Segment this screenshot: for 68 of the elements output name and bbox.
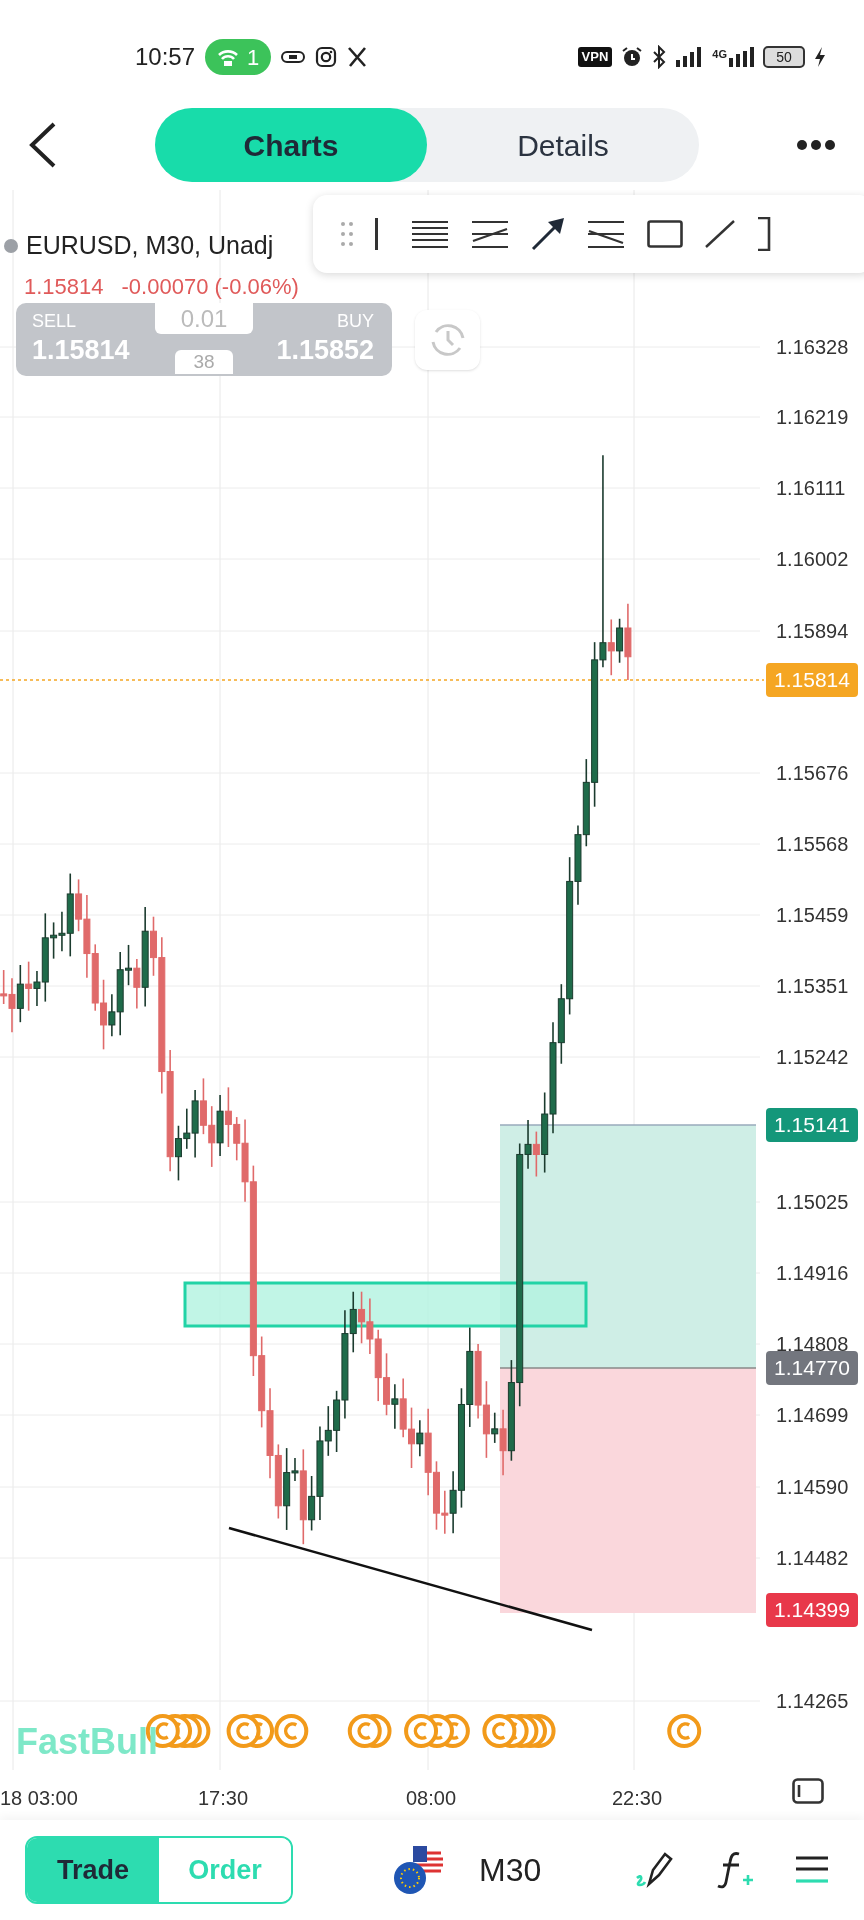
device-icon bbox=[281, 50, 306, 64]
back-icon[interactable] bbox=[28, 121, 58, 169]
price-axis-label: 1.16002 bbox=[776, 548, 849, 570]
time-axis-label: 18 03:00 bbox=[0, 1786, 78, 1811]
price-change: -0.00070 (-0.06%) bbox=[121, 273, 299, 301]
price-axis-label: 1.15894 bbox=[776, 620, 849, 642]
price-axis-label: 1.16111 bbox=[776, 477, 846, 499]
tab[interactable]: Charts bbox=[155, 108, 427, 182]
signal-icon bbox=[728, 46, 754, 68]
price-axis-label: 1.14590 bbox=[776, 1476, 849, 1498]
price-axis-label: 1.14699 bbox=[776, 1404, 849, 1426]
spread-badge: 38 bbox=[175, 350, 233, 374]
network-type-label: 4G bbox=[712, 47, 727, 62]
buy-label: BUY bbox=[337, 310, 374, 333]
channel-icon[interactable] bbox=[471, 219, 509, 249]
price-axis-label: 1.14916 bbox=[776, 1262, 849, 1284]
price-axis-label: 1.15459 bbox=[776, 904, 849, 926]
price-axis-label: 1.15242 bbox=[776, 1046, 849, 1068]
timeframe-label[interactable]: M30 bbox=[479, 1846, 542, 1894]
arrow-icon[interactable] bbox=[531, 217, 565, 251]
line-icon[interactable] bbox=[705, 220, 735, 248]
parallel-lines-icon[interactable] bbox=[411, 219, 449, 249]
signal-icon bbox=[675, 46, 704, 68]
price-axis-label: 1.15025 bbox=[776, 1191, 849, 1213]
vertical-line-icon[interactable] bbox=[375, 218, 379, 250]
charging-icon bbox=[814, 46, 826, 68]
hotspot-icon bbox=[217, 47, 240, 67]
price-axis-label: 1.14265 bbox=[776, 1690, 849, 1712]
bracket-icon[interactable] bbox=[757, 217, 771, 251]
price-axis-label: 1.16219 bbox=[776, 406, 849, 428]
trend-line[interactable] bbox=[228, 1526, 593, 1632]
price-axis-label: 1.15676 bbox=[776, 762, 849, 784]
time-axis-label: 17:30 bbox=[198, 1786, 249, 1811]
rectangle-icon[interactable] bbox=[647, 220, 683, 248]
battery-indicator: 50 bbox=[763, 46, 805, 68]
hotspot-badge: 1 bbox=[205, 39, 272, 75]
entry-line[interactable] bbox=[499, 1367, 757, 1369]
draw-pen-icon[interactable] bbox=[635, 1850, 675, 1890]
symbol-title: EURUSD, M30, Unadj bbox=[26, 230, 274, 261]
status-time: 10:57 bbox=[135, 42, 196, 72]
price-axis-label: 1.15568 bbox=[776, 833, 849, 855]
bluetooth-icon bbox=[652, 45, 667, 69]
tab[interactable]: Details bbox=[427, 108, 699, 182]
fib-lines-icon[interactable] bbox=[587, 219, 625, 249]
menu-icon[interactable] bbox=[795, 1855, 829, 1885]
price-badge: 1.15141 bbox=[766, 1108, 858, 1142]
currency-flags-icon bbox=[393, 1845, 443, 1895]
layout-toggle-icon[interactable] bbox=[792, 1778, 824, 1804]
camera-app-icon bbox=[315, 46, 338, 68]
toggle-option[interactable]: Trade bbox=[27, 1838, 159, 1902]
price-axis-label: 1.15351 bbox=[776, 975, 849, 997]
price-badge: 1.15814 bbox=[766, 663, 858, 697]
price-axis-label: 1.16328 bbox=[776, 336, 849, 358]
chart-watermark: FastBull bbox=[16, 1720, 158, 1764]
sell-label: SELL bbox=[32, 310, 78, 333]
alarm-icon bbox=[621, 46, 644, 68]
price-badge: 1.14399 bbox=[766, 1593, 858, 1627]
last-price: 1.15814 bbox=[24, 273, 104, 301]
take-profit-line[interactable] bbox=[499, 1124, 757, 1126]
drag-handle-icon[interactable] bbox=[341, 221, 353, 247]
zone-rectangle[interactable] bbox=[183, 1281, 588, 1328]
price-badge: 1.14770 bbox=[766, 1351, 858, 1385]
price-axis-label: 1.14482 bbox=[776, 1547, 849, 1569]
time-axis-label: 08:00 bbox=[406, 1786, 457, 1811]
more-icon[interactable] bbox=[796, 139, 836, 151]
time-axis-label: 22:30 bbox=[612, 1786, 663, 1811]
function-icon[interactable] bbox=[715, 1850, 755, 1890]
vpn-badge: VPN bbox=[577, 47, 613, 67]
